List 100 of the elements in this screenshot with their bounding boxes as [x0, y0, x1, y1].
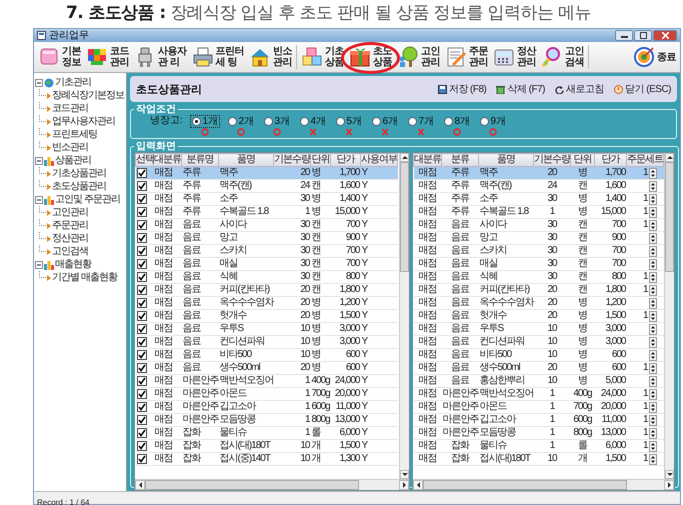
checkbox[interactable]: [136, 246, 146, 256]
table-row[interactable]: 매점 음료 커피(칸타타) 20 캔 1,800 Y: [136, 284, 398, 296]
table-row[interactable]: 매점 음료 생수500ml 20 병 600 Y: [136, 362, 398, 374]
table-row[interactable]: 매점 주류 맥주 20 병 1,700 Y: [136, 166, 398, 180]
table-row[interactable]: 매점 음료 컨디션파워 10 병 3,000: [414, 336, 664, 348]
table-row[interactable]: 매점 음료 커피(칸타타) 20 캔 1,800 1: [414, 284, 664, 296]
radio-button[interactable]: 4개: [298, 115, 328, 128]
column-header[interactable]: 주문세트: [626, 154, 664, 166]
tree-item[interactable]: 기초관리: [55, 76, 91, 88]
spin-button[interactable]: [648, 180, 656, 192]
table-row[interactable]: 매점 마른안주아몬드 1 700g 20,000 1: [414, 400, 664, 414]
action-button[interactable]: 새로고침: [555, 82, 604, 96]
table-row[interactable]: 매점 음료 망고 30 캔 900 Y: [136, 232, 398, 244]
table-row[interactable]: 매점 음료 헛개수 20 병 1,500 Y: [136, 310, 398, 322]
checkbox[interactable]: [136, 350, 146, 360]
action-button[interactable]: 저장 (F8): [438, 82, 486, 96]
checkbox[interactable]: [136, 376, 146, 386]
radio-button[interactable]: 8개: [442, 115, 472, 128]
collapse-icon[interactable]: [35, 260, 43, 268]
toolbar-button[interactable]: 기본 정보: [36, 45, 83, 69]
spin-button[interactable]: [648, 284, 656, 296]
radio-button[interactable]: 3개: [262, 115, 292, 128]
collapse-icon[interactable]: [35, 196, 43, 204]
checkbox[interactable]: [136, 428, 146, 438]
table-row[interactable]: 매점 음료 식혜 30 캔 800 1: [414, 270, 664, 284]
tree-item[interactable]: 정산관리: [52, 232, 88, 244]
checkbox[interactable]: [136, 181, 146, 191]
vertical-scrollbar[interactable]: [664, 153, 674, 479]
column-header[interactable]: 단가: [594, 154, 626, 166]
checkbox[interactable]: [136, 233, 146, 243]
tree-item[interactable]: 고인검색: [52, 246, 88, 258]
column-header[interactable]: 단위: [570, 154, 594, 166]
checkbox[interactable]: [136, 220, 146, 230]
checkbox[interactable]: [136, 454, 146, 464]
checkbox[interactable]: [136, 324, 146, 334]
spin-button[interactable]: [648, 298, 656, 308]
spin-button[interactable]: [648, 310, 656, 322]
tree-item[interactable]: 기초상품관리: [52, 168, 106, 180]
table-row[interactable]: 매점 잡화 접시(대)180T 10 개 1,500 1: [414, 452, 664, 466]
collapse-icon[interactable]: [35, 78, 43, 86]
tree-item[interactable]: 코드관리: [52, 102, 88, 114]
spin-button[interactable]: [648, 272, 656, 282]
spin-button[interactable]: [648, 168, 656, 178]
spin-button[interactable]: [648, 402, 656, 412]
table-row[interactable]: 매점 음료 헛개수 20 병 1,500 1: [414, 310, 664, 322]
tree-item[interactable]: 프린트세팅: [52, 128, 97, 140]
radio-button[interactable]: 5개: [334, 115, 364, 128]
table-row[interactable]: 매점 주류 소주 30 병 1,400 1: [414, 192, 664, 206]
toolbar-button[interactable]: 정산 관리: [491, 45, 538, 69]
column-header[interactable]: 대분류: [154, 154, 182, 166]
table-row[interactable]: 매점 음료 비타500 10 병 600 Y: [136, 348, 398, 362]
table-row[interactable]: 매점 주류 수복골드 1.8 1 병 15,000 1: [414, 206, 664, 218]
table-row[interactable]: 매점 음료 옥수수수염차 20 병 1,200: [414, 296, 664, 310]
checkbox[interactable]: [136, 259, 146, 269]
spin-button[interactable]: [648, 376, 656, 386]
tree-item[interactable]: 빈소관리: [52, 142, 88, 154]
table-row[interactable]: 매점 음료 컨디션파워 10 병 3,000 Y: [136, 336, 398, 348]
spin-button[interactable]: [648, 206, 656, 218]
checkbox[interactable]: [136, 285, 146, 295]
horizontal-scrollbar[interactable]: [413, 479, 674, 490]
table-row[interactable]: 매점 주류 수복골드 1.8 1 병 15,000 Y: [136, 206, 398, 218]
column-header[interactable]: 품명: [478, 154, 534, 166]
table-row[interactable]: 매점 음료 비타500 10 병 600: [414, 348, 664, 362]
column-header[interactable]: 선택: [136, 154, 154, 166]
spin-button[interactable]: [648, 414, 656, 426]
table-row[interactable]: 매점 음료 매실 30 캔 700: [414, 258, 664, 270]
radio-button[interactable]: 2개: [226, 115, 256, 128]
table-row[interactable]: 매점 음료 옥수수수염차 20 병 1,200 Y: [136, 296, 398, 310]
table-row[interactable]: 매점 마른안주맥반석오징어 1 400g 24,000 Y: [136, 374, 398, 388]
toolbar-button[interactable]: 고인 검색: [539, 45, 586, 69]
table-row[interactable]: 매점 음료 우투S 10 병 3,000 Y: [136, 322, 398, 336]
column-header[interactable]: 단가: [330, 154, 360, 166]
minimize-button[interactable]: [615, 30, 633, 41]
table-row[interactable]: 매점 주류 소주 30 병 1,400 Y: [136, 192, 398, 206]
spin-button[interactable]: [648, 258, 656, 270]
table-row[interactable]: 매점 음료 스카치 30 캔 700 Y: [136, 244, 398, 258]
vertical-scrollbar[interactable]: [399, 153, 409, 479]
checkbox[interactable]: [136, 298, 146, 308]
table-row[interactable]: 매점 마른안주깁고소아 1 600g 11,000 1: [414, 414, 664, 426]
table-row[interactable]: 매점 마른안주모듬땅콩 1 800g 13,000 Y: [136, 414, 398, 426]
column-header[interactable]: 기본수량: [534, 154, 570, 166]
tree-item[interactable]: 상품관리: [55, 154, 91, 166]
maximize-button[interactable]: [634, 30, 652, 41]
table-row[interactable]: 매점 주류 맥주(캔) 24 캔 1,600 Y: [136, 180, 398, 192]
tree-item[interactable]: 업무사용자관리: [52, 116, 115, 128]
table-row[interactable]: 매점 잡화 물티슈 1 롤 6,000 Y: [136, 426, 398, 440]
spin-button[interactable]: [648, 324, 656, 334]
spin-button[interactable]: [648, 246, 656, 256]
column-header[interactable]: 단위: [310, 154, 330, 166]
spin-button[interactable]: [648, 440, 656, 452]
table-row[interactable]: 매점 음료 스카치 30 캔 700: [414, 244, 664, 258]
tree-item[interactable]: 고인관리: [52, 206, 88, 218]
radio-button[interactable]: 7개: [406, 115, 436, 128]
table-row[interactable]: 매점 주류 맥주 20 병 1,700 1: [414, 166, 664, 180]
table-row[interactable]: 매점 잡화 접시(중)140T 10 개 1,300 Y: [136, 452, 398, 466]
horizontal-scrollbar[interactable]: [135, 479, 409, 490]
toolbar-button[interactable]: 사용자 관 리: [132, 45, 188, 69]
checkbox[interactable]: [136, 337, 146, 347]
checkbox[interactable]: [136, 402, 146, 412]
spin-button[interactable]: [648, 388, 656, 400]
